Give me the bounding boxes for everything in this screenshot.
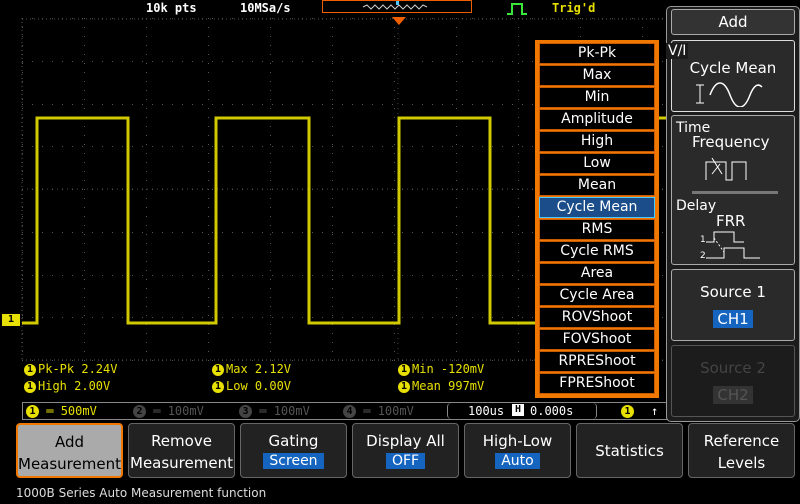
timebase: 100us (468, 404, 505, 418)
time-selected-label[interactable]: Frequency (692, 133, 770, 151)
ch3-status[interactable]: 3 ═ 100mV (239, 404, 310, 418)
ch1-badge: 1 (212, 380, 224, 393)
display-all-button[interactable]: Display All OFF (352, 423, 459, 478)
frr-icon: 1 2 (700, 231, 760, 261)
vi-category-button[interactable]: V/I Cycle Mean (666, 40, 795, 112)
panel-title-box: Add (671, 9, 795, 35)
ch4-status[interactable]: 4 ═ 100mV (343, 404, 414, 418)
remove-measurement-button-label2: Measurement (130, 454, 233, 472)
readout-pkpk: 1 Pk-Pk 2.24V (24, 362, 117, 376)
statistics-button[interactable]: Statistics (576, 423, 683, 478)
timebase-box[interactable]: 100us H 0.000s (447, 403, 597, 419)
gating-button-label: Gating (268, 432, 319, 450)
channel-status-bar: 1 ═ 500mV 2 ═ 100mV 3 ═ 100mV 4 ═ 100mV … (22, 402, 669, 420)
high-low-button[interactable]: High-Low Auto (464, 423, 571, 478)
measurement-item[interactable]: FOVShoot (539, 329, 655, 350)
time-scrollbar[interactable] (692, 191, 778, 194)
display-all-button-value: OFF (385, 453, 426, 469)
readout-max: 1 Max 2.12V (212, 362, 291, 376)
measurement-item[interactable]: Area (539, 263, 655, 284)
high-low-button-value: Auto (495, 453, 540, 469)
vi-category-label: V/I (666, 43, 689, 59)
measurement-item[interactable]: RPREShoot (539, 351, 655, 372)
gating-button[interactable]: Gating Screen (240, 423, 347, 478)
statistics-button-label: Statistics (595, 442, 664, 460)
measurement-item[interactable]: Min (539, 87, 655, 108)
measurement-item[interactable]: Mean (539, 175, 655, 196)
trigger-position-marker[interactable] (392, 17, 406, 25)
measurement-item[interactable]: Low (539, 153, 655, 174)
ch1-badge: 1 (398, 380, 410, 393)
panel-title: Add (718, 13, 748, 31)
measurement-item[interactable]: Pk-Pk (539, 43, 655, 64)
softkey-bar: Add Measurement Remove Measurement Gating Scr… (0, 422, 800, 482)
horizontal-position-icon: H (512, 404, 524, 416)
record-length: 10k pts (146, 1, 197, 15)
reference-levels-button-label2: Levels (717, 454, 766, 472)
sample-rate: 10MSa/s (240, 1, 291, 15)
ch1-badge: 1 (24, 363, 36, 376)
vi-selected-label: Cycle Mean (689, 59, 777, 77)
add-measurement-button-label: Add (54, 433, 85, 451)
high-low-button-label: High-Low (482, 432, 553, 450)
measurement-item[interactable]: Amplitude (539, 109, 655, 130)
source1-value: CH1 (713, 310, 753, 328)
cycle-mean-icon (696, 82, 763, 107)
trigger-slope-icon: ↑ (651, 404, 659, 418)
ch1-badge: 1 (212, 363, 224, 376)
measurement-item[interactable]: RMS (539, 219, 655, 240)
memory-waveform-icon (362, 1, 428, 10)
readout-min: 1 Min -120mV (398, 362, 484, 376)
ch1-status[interactable]: 1 ═ 500mV (26, 404, 97, 418)
measurement-type-list[interactable]: Pk-Pk Max Min Amplitude High Low Mean Cycle Mea… (535, 40, 659, 398)
svg-text:2: 2 (700, 251, 706, 261)
reference-levels-button-label: Reference (703, 432, 780, 450)
ch1-ground-marker[interactable]: 1 (2, 314, 20, 326)
measurement-item[interactable]: Cycle Area (539, 285, 655, 306)
trigger-source[interactable]: 1 (621, 404, 634, 418)
source2-label: Source 2 (700, 359, 766, 377)
source1-label: Source 1 (700, 283, 766, 301)
remove-measurement-button-label: Remove (151, 432, 212, 450)
svg-text:1: 1 (700, 235, 706, 245)
ch2-status[interactable]: 2 ═ 100mV (133, 404, 204, 418)
caption: 1000B Series Auto Measurement function (16, 486, 267, 500)
memory-bar (322, 0, 472, 13)
remove-measurement-button[interactable]: Remove Measurement (128, 423, 235, 478)
readout-high: 1 High 2.00V (24, 379, 110, 393)
display-all-button-label: Display All (366, 432, 445, 450)
add-measurement-panel: Add V/I Cycle Mean Time Frequency Delay … (666, 6, 800, 422)
measurement-item[interactable]: FPREShoot (539, 373, 655, 394)
ch1-badge: 1 (398, 363, 410, 376)
readout-low: 1 Low 0.00V (212, 379, 291, 393)
readout-mean: 1 Mean 997mV (398, 379, 484, 393)
add-measurement-button-label2: Measurement (18, 455, 121, 473)
source1-button[interactable]: Source 1 CH1 (671, 269, 795, 341)
measurement-item[interactable]: ROVShoot (539, 307, 655, 328)
source2-button: Source 2 CH2 (671, 345, 795, 417)
frequency-icon (705, 157, 747, 181)
time-delay-group: Time Frequency Delay FRR 1 2 (671, 115, 795, 265)
add-measurement-button[interactable]: Add Measurement (16, 423, 123, 478)
measurement-item[interactable]: Cycle RMS (539, 241, 655, 262)
delay-selected-label[interactable]: FRR (716, 212, 745, 230)
delay-category-label: Delay (676, 198, 717, 214)
trigger-status: Trig'd (552, 1, 596, 15)
measurement-item[interactable]: Max (539, 65, 655, 86)
measurement-item[interactable]: Cycle Mean (539, 197, 655, 218)
measurement-item[interactable]: High (539, 131, 655, 152)
source2-value: CH2 (713, 386, 753, 404)
reference-levels-button[interactable]: Reference Levels (688, 423, 795, 478)
gating-button-value: Screen (263, 453, 324, 469)
horizontal-position: 0.000s (530, 404, 574, 418)
ch1-badge: 1 (24, 380, 36, 393)
measurement-readouts: 1 Pk-Pk 2.24V 1 Max 2.12V 1 Min -120mV 1 Hig… (22, 362, 534, 396)
trigger-edge-icon (507, 3, 527, 15)
